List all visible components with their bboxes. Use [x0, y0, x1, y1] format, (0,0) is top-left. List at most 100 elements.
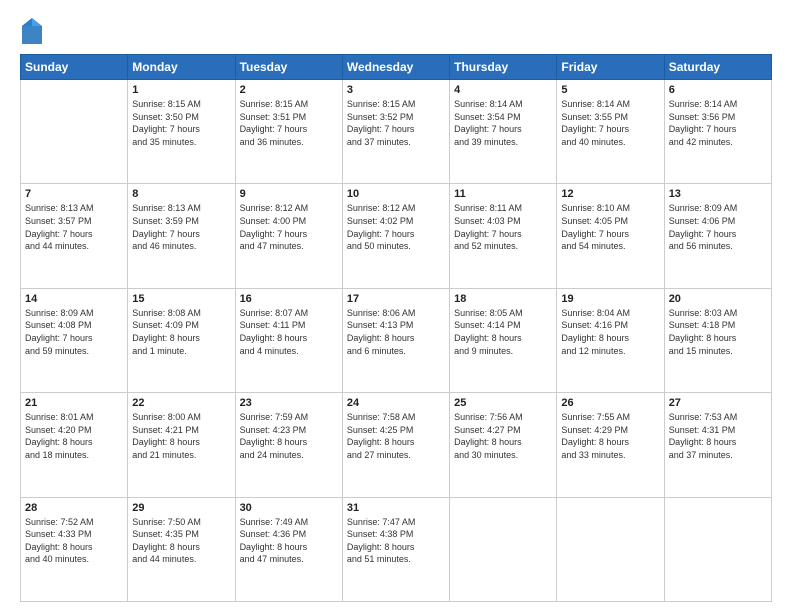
day-cell: 21Sunrise: 8:01 AM Sunset: 4:20 PM Dayli… — [21, 393, 128, 497]
day-number: 27 — [669, 397, 767, 409]
day-cell: 22 Sunrise: 8:00 AM Sunset: 4:21 PM Dayli… — [128, 393, 235, 497]
day-info: Sunrise: 7:52 AM Sunset: 4:33 PM Dayligh… — [25, 516, 123, 566]
logo-icon — [20, 16, 44, 46]
day-cell: 4 Sunrise: 8:14 AM Sunset: 3:54 PM Daylig… — [450, 80, 557, 184]
week-row-3: 14Sunrise: 8:09 AM Sunset: 4:08 PM Dayli… — [21, 288, 772, 392]
day-number: 11 — [454, 188, 552, 200]
day-cell: 14Sunrise: 8:09 AM Sunset: 4:08 PM Dayli… — [21, 288, 128, 392]
day-info: Sunrise: 8:13 AM Sunset: 3:57 PM Dayligh… — [25, 202, 123, 252]
day-number: 9 — [240, 188, 338, 200]
day-number: 28 — [25, 502, 123, 514]
weekday-header-row: SundayMondayTuesdayWednesdayThursdayFrid… — [21, 55, 772, 80]
logo — [20, 16, 48, 46]
day-info: Sunrise: 7:47 AM Sunset: 4:38 PM Dayligh… — [347, 516, 445, 566]
day-number: 17 — [347, 293, 445, 305]
day-info: Sunrise: 8:06 AM Sunset: 4:13 PM Dayligh… — [347, 307, 445, 357]
day-number: 19 — [561, 293, 659, 305]
calendar: SundayMondayTuesdayWednesdayThursdayFrid… — [20, 54, 772, 602]
day-info: Sunrise: 8:14 AM Sunset: 3:55 PM Dayligh… — [561, 98, 659, 148]
weekday-header-friday: Friday — [557, 55, 664, 80]
day-number: 2 — [240, 84, 338, 96]
day-number: 14 — [25, 293, 123, 305]
day-number: 1 — [132, 84, 230, 96]
day-number: 31 — [347, 502, 445, 514]
day-cell: 5 Sunrise: 8:14 AM Sunset: 3:55 PM Daylig… — [557, 80, 664, 184]
day-info: Sunrise: 8:15 AM Sunset: 3:50 PM Dayligh… — [132, 98, 230, 148]
day-cell: 9 Sunrise: 8:12 AM Sunset: 4:00 PM Daylig… — [235, 184, 342, 288]
day-info: Sunrise: 8:10 AM Sunset: 4:05 PM Dayligh… — [561, 202, 659, 252]
day-cell — [664, 497, 771, 601]
day-number: 6 — [669, 84, 767, 96]
day-cell: 7Sunrise: 8:13 AM Sunset: 3:57 PM Daylig… — [21, 184, 128, 288]
day-cell: 31 Sunrise: 7:47 AM Sunset: 4:38 PM Dayli… — [342, 497, 449, 601]
day-number: 12 — [561, 188, 659, 200]
day-cell: 16 Sunrise: 8:07 AM Sunset: 4:11 PM Dayli… — [235, 288, 342, 392]
day-info: Sunrise: 8:12 AM Sunset: 4:02 PM Dayligh… — [347, 202, 445, 252]
day-info: Sunrise: 8:13 AM Sunset: 3:59 PM Dayligh… — [132, 202, 230, 252]
day-number: 24 — [347, 397, 445, 409]
day-cell: 15 Sunrise: 8:08 AM Sunset: 4:09 PM Dayli… — [128, 288, 235, 392]
week-row-5: 28 Sunrise: 7:52 AM Sunset: 4:33 PM Dayli… — [21, 497, 772, 601]
day-number: 15 — [132, 293, 230, 305]
day-number: 8 — [132, 188, 230, 200]
day-cell: 26 Sunrise: 7:55 AM Sunset: 4:29 PM Dayli… — [557, 393, 664, 497]
day-cell: 29Sunrise: 7:50 AM Sunset: 4:35 PM Dayli… — [128, 497, 235, 601]
day-number: 13 — [669, 188, 767, 200]
day-info: Sunrise: 7:59 AM Sunset: 4:23 PM Dayligh… — [240, 411, 338, 461]
day-cell: 6 Sunrise: 8:14 AM Sunset: 3:56 PM Daylig… — [664, 80, 771, 184]
day-number: 22 — [132, 397, 230, 409]
weekday-header-wednesday: Wednesday — [342, 55, 449, 80]
day-cell: 1 Sunrise: 8:15 AM Sunset: 3:50 PM Daylig… — [128, 80, 235, 184]
day-cell: 10 Sunrise: 8:12 AM Sunset: 4:02 PM Dayli… — [342, 184, 449, 288]
day-cell — [557, 497, 664, 601]
day-cell: 28 Sunrise: 7:52 AM Sunset: 4:33 PM Dayli… — [21, 497, 128, 601]
day-number: 26 — [561, 397, 659, 409]
day-number: 18 — [454, 293, 552, 305]
day-cell: 30Sunrise: 7:49 AM Sunset: 4:36 PM Dayli… — [235, 497, 342, 601]
day-number: 4 — [454, 84, 552, 96]
day-cell: 20Sunrise: 8:03 AM Sunset: 4:18 PM Dayli… — [664, 288, 771, 392]
week-row-4: 21Sunrise: 8:01 AM Sunset: 4:20 PM Dayli… — [21, 393, 772, 497]
day-info: Sunrise: 8:15 AM Sunset: 3:52 PM Dayligh… — [347, 98, 445, 148]
day-info: Sunrise: 8:14 AM Sunset: 3:54 PM Dayligh… — [454, 98, 552, 148]
weekday-header-monday: Monday — [128, 55, 235, 80]
day-cell: 12 Sunrise: 8:10 AM Sunset: 4:05 PM Dayli… — [557, 184, 664, 288]
day-cell: 11 Sunrise: 8:11 AM Sunset: 4:03 PM Dayli… — [450, 184, 557, 288]
day-cell: 3 Sunrise: 8:15 AM Sunset: 3:52 PM Daylig… — [342, 80, 449, 184]
day-info: Sunrise: 8:09 AM Sunset: 4:06 PM Dayligh… — [669, 202, 767, 252]
day-info: Sunrise: 8:12 AM Sunset: 4:00 PM Dayligh… — [240, 202, 338, 252]
week-row-1: 1 Sunrise: 8:15 AM Sunset: 3:50 PM Daylig… — [21, 80, 772, 184]
day-info: Sunrise: 7:58 AM Sunset: 4:25 PM Dayligh… — [347, 411, 445, 461]
day-info: Sunrise: 7:49 AM Sunset: 4:36 PM Dayligh… — [240, 516, 338, 566]
day-number: 23 — [240, 397, 338, 409]
day-number: 3 — [347, 84, 445, 96]
day-info: Sunrise: 8:01 AM Sunset: 4:20 PM Dayligh… — [25, 411, 123, 461]
weekday-header-sunday: Sunday — [21, 55, 128, 80]
day-info: Sunrise: 8:08 AM Sunset: 4:09 PM Dayligh… — [132, 307, 230, 357]
day-number: 25 — [454, 397, 552, 409]
day-number: 29 — [132, 502, 230, 514]
day-cell: 17 Sunrise: 8:06 AM Sunset: 4:13 PM Dayli… — [342, 288, 449, 392]
day-number: 20 — [669, 293, 767, 305]
day-number: 16 — [240, 293, 338, 305]
page: SundayMondayTuesdayWednesdayThursdayFrid… — [0, 0, 792, 612]
day-info: Sunrise: 8:14 AM Sunset: 3:56 PM Dayligh… — [669, 98, 767, 148]
day-info: Sunrise: 7:56 AM Sunset: 4:27 PM Dayligh… — [454, 411, 552, 461]
day-info: Sunrise: 8:00 AM Sunset: 4:21 PM Dayligh… — [132, 411, 230, 461]
day-info: Sunrise: 8:11 AM Sunset: 4:03 PM Dayligh… — [454, 202, 552, 252]
weekday-header-tuesday: Tuesday — [235, 55, 342, 80]
day-cell: 18 Sunrise: 8:05 AM Sunset: 4:14 PM Dayli… — [450, 288, 557, 392]
day-info: Sunrise: 8:15 AM Sunset: 3:51 PM Dayligh… — [240, 98, 338, 148]
day-number: 5 — [561, 84, 659, 96]
day-info: Sunrise: 8:07 AM Sunset: 4:11 PM Dayligh… — [240, 307, 338, 357]
day-number: 10 — [347, 188, 445, 200]
weekday-header-saturday: Saturday — [664, 55, 771, 80]
day-cell: 13 Sunrise: 8:09 AM Sunset: 4:06 PM Dayli… — [664, 184, 771, 288]
day-info: Sunrise: 8:05 AM Sunset: 4:14 PM Dayligh… — [454, 307, 552, 357]
day-cell: 25 Sunrise: 7:56 AM Sunset: 4:27 PM Dayli… — [450, 393, 557, 497]
day-info: Sunrise: 7:55 AM Sunset: 4:29 PM Dayligh… — [561, 411, 659, 461]
day-cell: 23 Sunrise: 7:59 AM Sunset: 4:23 PM Dayli… — [235, 393, 342, 497]
day-info: Sunrise: 7:53 AM Sunset: 4:31 PM Dayligh… — [669, 411, 767, 461]
day-cell: 19Sunrise: 8:04 AM Sunset: 4:16 PM Dayli… — [557, 288, 664, 392]
day-cell — [450, 497, 557, 601]
